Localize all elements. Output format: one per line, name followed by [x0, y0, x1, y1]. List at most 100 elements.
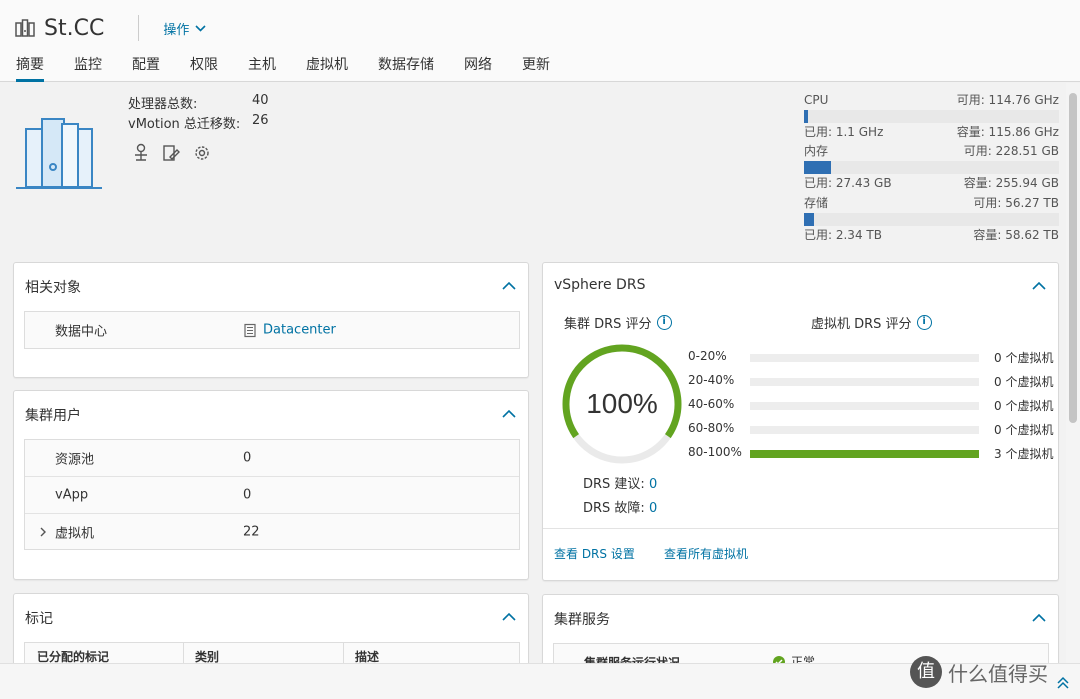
- histogram-range: 60-80%: [688, 421, 735, 435]
- tags-card: 标记 已分配的标记 类别 描述: [13, 593, 529, 673]
- table-row: 数据中心 Datacenter: [25, 312, 519, 348]
- memory-used: 已用: 27.43 GB: [804, 176, 892, 190]
- vm-drs-score-label: 虚拟机 DRS 评分 i: [811, 313, 932, 332]
- drs-title: vSphere DRS: [554, 277, 646, 293]
- chevron-up-icon[interactable]: [1032, 613, 1046, 622]
- tab-updates[interactable]: 更新: [522, 52, 550, 82]
- drs-faults-label: DRS 故障:: [583, 501, 645, 516]
- cluster-feature-icons: [131, 143, 213, 163]
- cpu-free: 可用: 114.76 GHz: [956, 93, 1059, 107]
- drs-recommendations-value[interactable]: 0: [649, 477, 657, 492]
- memory-capacity: 容量: 255.94 GB: [963, 176, 1059, 190]
- watermark: 值 什么值得买: [910, 656, 1048, 688]
- histogram-count: 3 个虚拟机: [994, 447, 1054, 461]
- tab-bar: 摘要 监控 配置 权限 主机 虚拟机 数据存储 网络 更新: [16, 52, 580, 82]
- drs-recommendations: DRS 建议: 0: [583, 473, 657, 492]
- storage-resource: 存储 可用: 56.27 TB 已用: 2.34 TB 容量: 58.62 TB: [804, 196, 1059, 243]
- tab-monitor[interactable]: 监控: [74, 52, 102, 82]
- page-scrollbar[interactable]: [1066, 83, 1080, 663]
- storage-used: 已用: 2.34 TB: [804, 228, 882, 242]
- summary-section: 处理器总数: 40 vMotion 总迁移数: 26 CPU 可用: 114.76…: [0, 83, 1066, 253]
- cluster-services-title: 集群服务: [554, 612, 610, 628]
- vm-value: 22: [243, 524, 260, 540]
- chevron-up-icon[interactable]: [1032, 281, 1046, 290]
- cluster-drs-score-text: 集群 DRS 评分: [564, 317, 652, 332]
- edit-settings-icon[interactable]: [161, 143, 181, 163]
- vapp-label: vApp: [55, 487, 89, 503]
- histogram-fill: [750, 450, 979, 458]
- watermark-logo: 值: [910, 656, 942, 688]
- memory-resource: 内存 可用: 228.51 GB 已用: 27.43 GB 容量: 255.94 G…: [804, 144, 1059, 191]
- vm-label: 虚拟机: [55, 526, 95, 542]
- chevron-up-icon[interactable]: [502, 612, 516, 621]
- resource-pool-value: 0: [243, 450, 252, 466]
- vapp-value: 0: [243, 487, 252, 503]
- histogram-count: 0 个虚拟机: [994, 351, 1054, 365]
- drs-score-gauge: 100%: [562, 344, 682, 464]
- scrollbar-thumb[interactable]: [1069, 93, 1077, 423]
- tab-permissions[interactable]: 权限: [190, 52, 218, 82]
- actions-label: 操作: [163, 22, 190, 38]
- related-objects-title: 相关对象: [25, 280, 81, 296]
- memory-usage-bar: [804, 161, 1059, 174]
- histogram-count: 0 个虚拟机: [994, 375, 1054, 389]
- histogram-track: [750, 378, 979, 386]
- page-header: St.CC 操作 摘要 监控 配置 权限 主机 虚拟机 数据存储 网络 更新: [0, 0, 1080, 82]
- view-all-vms-link[interactable]: 查看所有虚拟机: [664, 545, 748, 562]
- tab-networks[interactable]: 网络: [464, 52, 492, 82]
- page-title: St.CC: [44, 15, 105, 41]
- table-row: vApp 0: [25, 477, 519, 514]
- table-row: 资源池 0: [25, 440, 519, 477]
- histogram-row: 80-100% 3 个虚拟机: [688, 445, 1058, 461]
- tab-vms[interactable]: 虚拟机: [306, 52, 348, 82]
- datacenter-name[interactable]: Datacenter: [263, 323, 336, 338]
- histogram-range: 0-20%: [688, 349, 727, 363]
- view-drs-settings-link[interactable]: 查看 DRS 设置: [554, 545, 635, 562]
- gear-icon[interactable]: [191, 143, 213, 163]
- actions-menu[interactable]: 操作: [163, 19, 206, 38]
- cpu-usage-bar: [804, 110, 1059, 123]
- memory-free: 可用: 228.51 GB: [963, 144, 1059, 158]
- double-chevron-up-icon[interactable]: [1056, 676, 1070, 690]
- info-icon[interactable]: i: [656, 315, 672, 330]
- histogram-track: [750, 450, 979, 458]
- chevron-up-icon[interactable]: [502, 281, 516, 290]
- cpu-count-value: 40: [252, 93, 269, 108]
- histogram-count: 0 个虚拟机: [994, 423, 1054, 437]
- cluster-users-title: 集群用户: [25, 408, 81, 424]
- resource-pool-label: 资源池: [55, 452, 95, 468]
- watermark-text: 什么值得买: [948, 661, 1048, 686]
- table-row[interactable]: 虚拟机 22: [25, 514, 519, 550]
- vmotion-label: vMotion 总迁移数:: [128, 117, 241, 132]
- network-icon[interactable]: [131, 143, 151, 163]
- title-divider: [138, 15, 140, 41]
- vmotion-value: 26: [252, 113, 269, 128]
- tab-datastores[interactable]: 数据存储: [378, 52, 434, 82]
- vm-drs-score-text: 虚拟机 DRS 评分: [811, 317, 912, 332]
- datacenter-link[interactable]: Datacenter: [243, 323, 336, 338]
- datacenter-icon: [244, 323, 256, 337]
- related-objects-table: 数据中心 Datacenter: [24, 311, 520, 349]
- histogram-row: 20-40% 0 个虚拟机: [688, 373, 1058, 389]
- histogram-count: 0 个虚拟机: [994, 399, 1054, 413]
- cpu-capacity: 容量: 115.86 GHz: [956, 125, 1059, 139]
- histogram-track: [750, 426, 979, 434]
- storage-free: 可用: 56.27 TB: [973, 196, 1059, 210]
- histogram-range: 80-100%: [688, 445, 742, 459]
- tab-hosts[interactable]: 主机: [248, 52, 276, 82]
- drs-score-value: 100%: [586, 388, 658, 419]
- info-icon[interactable]: i: [916, 315, 932, 330]
- memory-usage-fill: [804, 161, 832, 174]
- cpu-resource: CPU 可用: 114.76 GHz 已用: 1.1 GHz 容量: 115.86 …: [804, 93, 1059, 140]
- tab-summary[interactable]: 摘要: [16, 52, 44, 82]
- cluster-drs-score-label: 集群 DRS 评分 i: [564, 313, 672, 332]
- chevron-right-icon[interactable]: [39, 527, 47, 537]
- drs-faults-value[interactable]: 0: [649, 501, 657, 516]
- histogram-row: 40-60% 0 个虚拟机: [688, 397, 1058, 413]
- histogram-track: [750, 402, 979, 410]
- title-row: St.CC 操作: [14, 12, 206, 44]
- related-objects-card: 相关对象 数据中心 Datacenter: [13, 262, 529, 378]
- chevron-up-icon[interactable]: [502, 409, 516, 418]
- tab-configure[interactable]: 配置: [132, 52, 160, 82]
- storage-usage-fill: [804, 213, 815, 226]
